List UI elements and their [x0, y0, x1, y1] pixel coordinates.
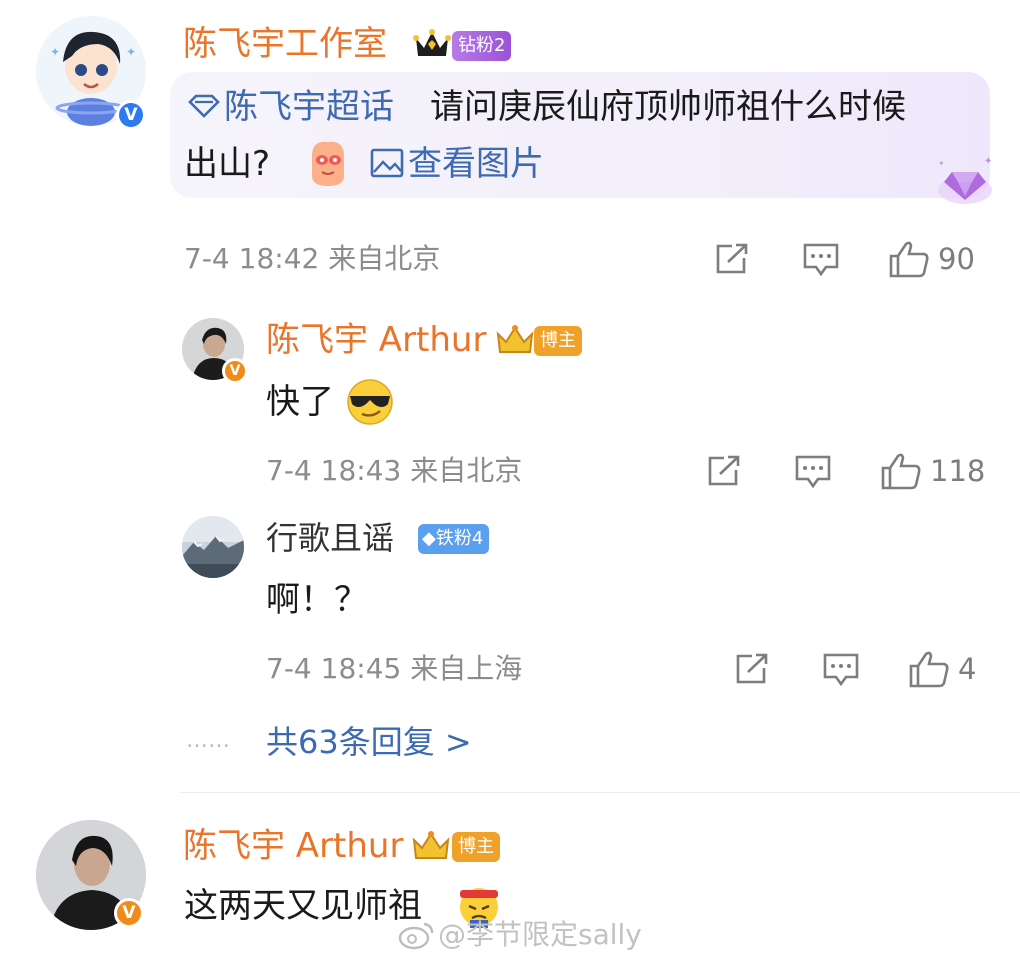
share-icon	[736, 653, 768, 684]
share-icon	[708, 455, 740, 486]
diamond-decoration-icon: ✦ ✦	[934, 152, 996, 208]
like-count: 90	[938, 242, 975, 276]
comment-icon	[795, 455, 831, 489]
share-button[interactable]	[734, 652, 770, 686]
svg-text:✦: ✦	[938, 159, 945, 168]
comment-time-location: 7-4 18:42 来自北京	[184, 242, 441, 275]
reply-time-location: 7-4 18:45 来自上海	[266, 652, 523, 685]
watermark-text: @李节限定sally	[438, 918, 642, 951]
share-button[interactable]	[714, 242, 750, 276]
like-button[interactable]: 90	[888, 240, 975, 278]
verified-orange-icon: V	[222, 358, 248, 384]
comment-text: 这两天又见师祖	[184, 886, 422, 926]
comment-icon	[803, 243, 839, 277]
verified-blue-icon: V	[116, 100, 146, 130]
supertopic-icon	[186, 94, 222, 118]
reply-text: 快了	[266, 382, 334, 422]
blogger-crown-icon	[410, 828, 452, 864]
thumbs-up-icon	[881, 453, 921, 490]
reply-button[interactable]	[794, 454, 832, 490]
thumbs-up-icon	[889, 241, 929, 278]
like-button[interactable]: 118	[880, 452, 985, 490]
reply-author-name[interactable]: 陈飞宇 Arthur	[266, 320, 486, 360]
like-button[interactable]: 4	[908, 650, 976, 688]
svg-text:✦: ✦	[984, 156, 992, 167]
fan-level-badge: 钻粉2	[452, 31, 512, 61]
share-button[interactable]	[706, 454, 742, 488]
sunglasses-emoji-icon	[344, 378, 396, 426]
image-icon[interactable]	[370, 148, 404, 178]
mountain-avatar-image	[182, 516, 244, 578]
comment-author-name[interactable]: 陈飞宇 Arthur	[183, 826, 403, 866]
iron-fan-badge-label: 铁粉4	[435, 528, 484, 549]
comment-icon	[823, 653, 859, 687]
reply-author-name[interactable]: 行歌且谣	[266, 518, 394, 558]
blogger-badge: 博主	[534, 326, 582, 356]
supertopic-link[interactable]: 陈飞宇超话	[224, 85, 394, 129]
svg-text:✦: ✦	[50, 45, 60, 59]
crown-icon	[412, 26, 452, 62]
comment-author-name[interactable]: 陈飞宇工作室	[183, 24, 387, 64]
view-image-link[interactable]: 查看图片	[408, 142, 544, 186]
comment-divider	[180, 792, 1020, 793]
shy-emoji-icon	[304, 136, 352, 188]
weibo-logo-icon	[398, 920, 436, 950]
thumbs-up-icon	[909, 651, 949, 688]
reply-text: 啊！？	[266, 580, 368, 620]
svg-text:✦: ✦	[126, 45, 136, 59]
reply-button[interactable]	[822, 652, 860, 688]
reply-button[interactable]	[802, 242, 840, 278]
reply-time-location: 7-4 18:43 来自北京	[266, 454, 523, 487]
comment-text-line1: 请问庚辰仙府顶帅师祖什么时候	[430, 87, 906, 127]
more-dots: ……	[186, 728, 230, 753]
iron-fan-badge: ◆铁粉4	[418, 524, 490, 554]
avatar-reply-xingge[interactable]	[182, 516, 244, 578]
comment-text-line2: 出山?	[184, 144, 271, 184]
diamond-small-icon: ◆	[422, 528, 436, 549]
verified-orange-icon: V	[114, 898, 144, 928]
share-icon	[716, 243, 748, 274]
view-all-replies-link[interactable]: 共63条回复 >	[266, 722, 472, 762]
like-count: 4	[958, 652, 977, 686]
like-count: 118	[930, 454, 986, 488]
blogger-badge: 博主	[452, 832, 500, 862]
blogger-crown-icon	[494, 322, 536, 358]
